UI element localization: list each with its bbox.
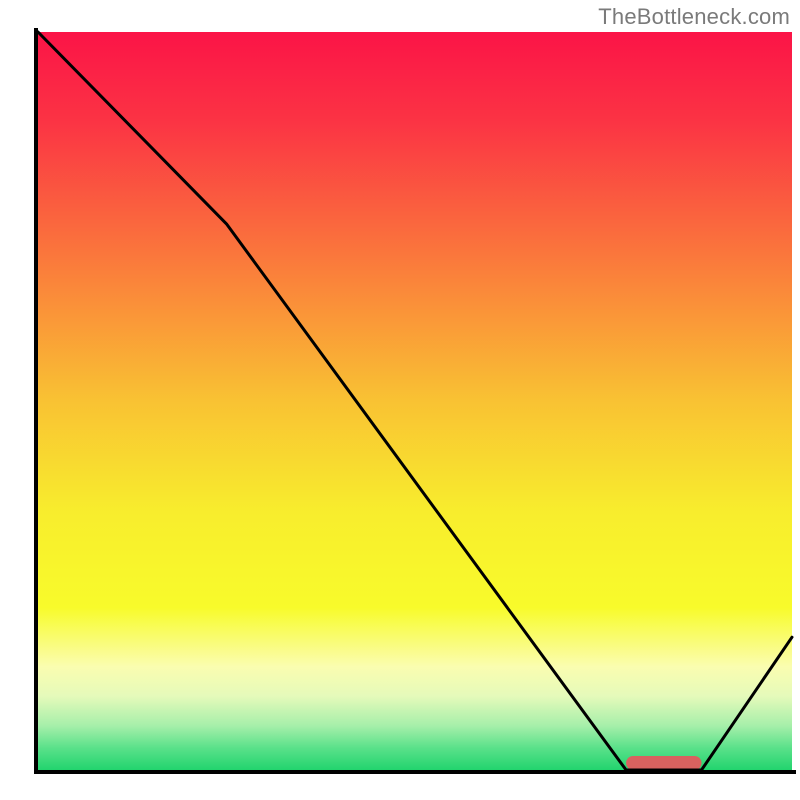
chart-svg bbox=[0, 0, 800, 800]
plot-background bbox=[38, 32, 792, 770]
bottleneck-chart: TheBottleneck.com bbox=[0, 0, 800, 800]
optimal-range-marker bbox=[626, 756, 701, 770]
watermark-text: TheBottleneck.com bbox=[598, 4, 790, 30]
